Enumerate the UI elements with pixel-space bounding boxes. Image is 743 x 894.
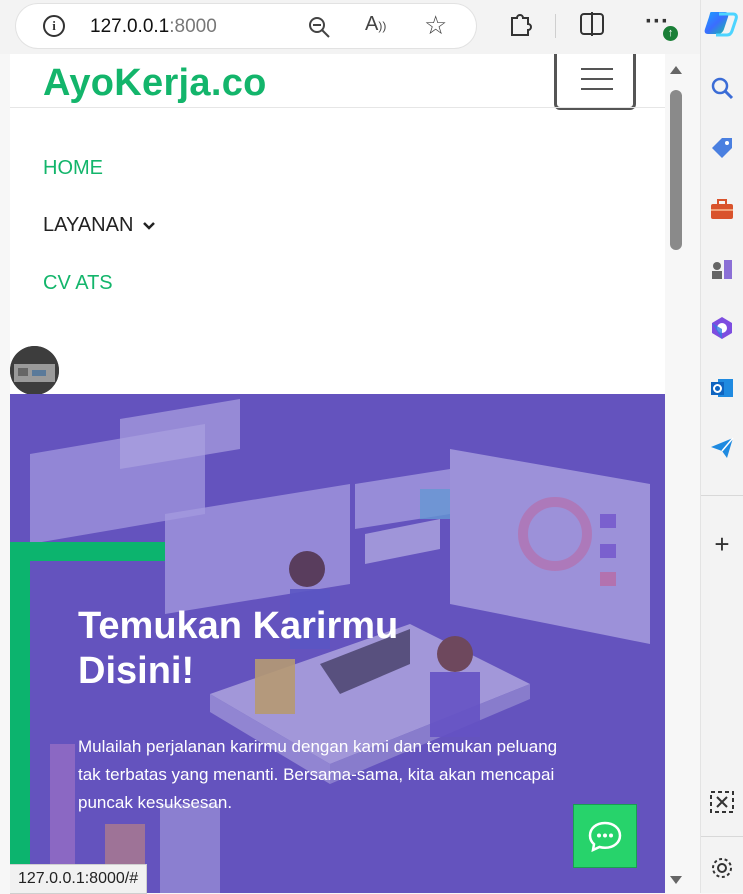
- hero-accent-bar-vertical: [10, 542, 30, 893]
- chevron-down-icon: [143, 222, 155, 230]
- browser-sidebar: +: [700, 0, 743, 893]
- nav-home[interactable]: HOME: [43, 157, 103, 180]
- hero-section: Temukan Karirmu Disini! Mulailah perjala…: [10, 394, 665, 893]
- tag-icon[interactable]: [708, 134, 736, 162]
- page-viewport: AyoKerja.co HOME LAYANAN CV ATS Temukan …: [10, 54, 665, 893]
- star-icon[interactable]: ☆: [424, 10, 447, 41]
- m365-icon[interactable]: [708, 314, 736, 342]
- site-brand[interactable]: AyoKerja.co: [43, 62, 267, 105]
- address-bar[interactable]: i 127.0.0.1:8000 A)) ☆: [16, 4, 476, 48]
- read-aloud-icon[interactable]: A)): [365, 13, 386, 36]
- header-divider: [10, 107, 665, 108]
- page-scrollbar[interactable]: [665, 54, 687, 893]
- screenshot-icon[interactable]: [708, 788, 736, 816]
- games-icon[interactable]: [708, 255, 736, 283]
- toolbar-divider: [555, 14, 556, 38]
- nav-cv-ats[interactable]: CV ATS: [43, 272, 113, 295]
- scroll-up-icon[interactable]: [670, 66, 682, 74]
- hero-description: Mulailah perjalanan karirmu dengan kami …: [78, 737, 558, 812]
- zoom-out-icon[interactable]: [307, 15, 331, 39]
- chat-button[interactable]: [573, 804, 637, 868]
- browser-toolbar: i 127.0.0.1:8000 A)) ☆ ··· ↑: [0, 0, 743, 54]
- update-badge-icon: ↑: [663, 26, 678, 41]
- url-text[interactable]: 127.0.0.1:8000: [90, 16, 217, 38]
- sidebar-divider: [701, 495, 743, 496]
- nav-layanan-label: LAYANAN: [43, 214, 134, 236]
- hero-title: Temukan Karirmu Disini!: [78, 605, 399, 692]
- nav-layanan[interactable]: LAYANAN: [43, 214, 156, 237]
- scrollbar-thumb[interactable]: [670, 90, 682, 250]
- toolbox-icon[interactable]: [708, 195, 736, 223]
- outlook-icon[interactable]: [708, 374, 736, 402]
- info-icon[interactable]: i: [43, 15, 65, 37]
- puzzle-icon[interactable]: [507, 10, 533, 38]
- status-bar-url: 127.0.0.1:8000/#: [10, 864, 148, 894]
- send-icon[interactable]: [708, 434, 736, 462]
- scroll-down-icon[interactable]: [670, 876, 682, 884]
- split-screen-icon[interactable]: [579, 10, 605, 38]
- search-icon[interactable]: [708, 74, 736, 102]
- avatar[interactable]: [10, 346, 59, 395]
- chat-icon: [588, 821, 622, 853]
- hero-accent-bar-horizontal: [10, 542, 165, 561]
- sidebar-divider-bottom: [701, 836, 743, 837]
- copilot-icon[interactable]: [703, 4, 741, 42]
- hamburger-menu-button[interactable]: [554, 54, 636, 110]
- add-icon[interactable]: +: [708, 529, 736, 559]
- settings-icon[interactable]: [708, 854, 736, 882]
